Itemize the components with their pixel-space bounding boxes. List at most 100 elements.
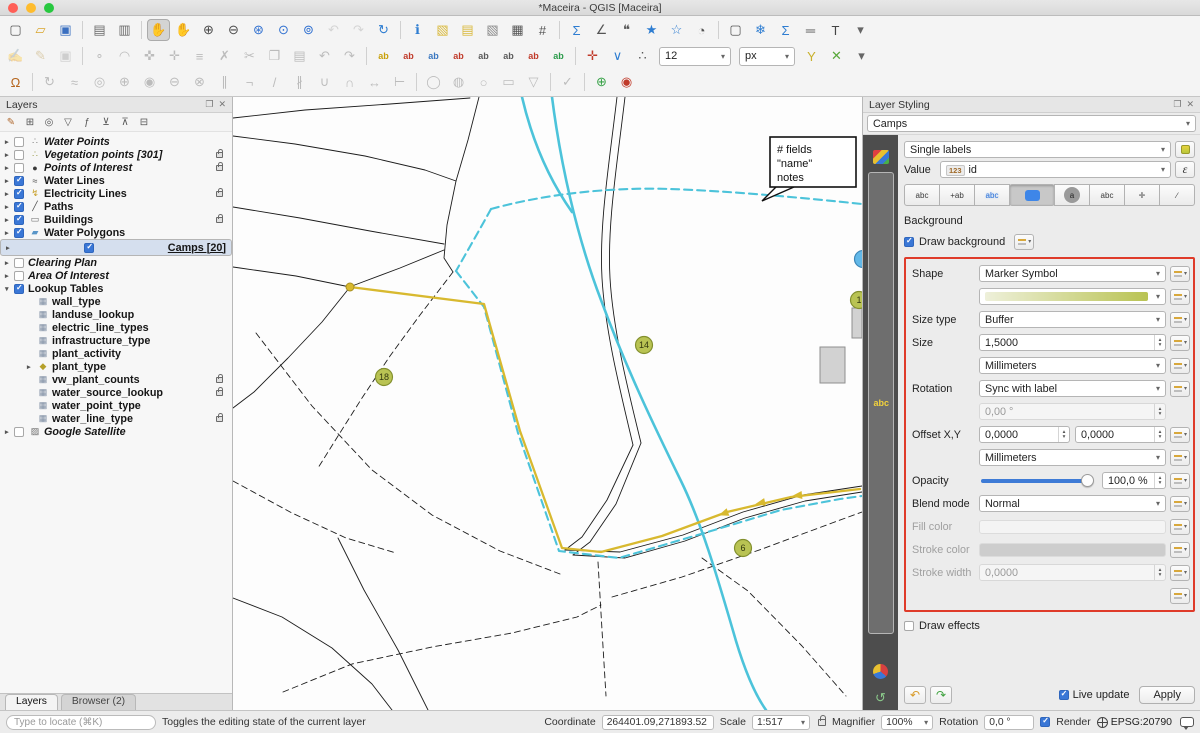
layer-item-clearing-plan[interactable]: ▸Clearing Plan (0, 256, 232, 269)
filter-legend-icon[interactable]: ▽ (60, 115, 76, 130)
collapse-all-icon[interactable]: ⊼ (117, 115, 133, 130)
pan-to-selection-icon[interactable]: ✋ (172, 19, 195, 41)
field-calculator-icon[interactable]: # (531, 19, 554, 41)
manage-themes-icon[interactable]: ◎ (41, 115, 57, 130)
layer-item-points-of-interest[interactable]: ▸●Points of Interest (0, 161, 232, 174)
map-canvas[interactable]: 181461# fields"name"notes (233, 97, 862, 710)
tab-formatting[interactable]: +ab (939, 184, 975, 206)
expander-icon[interactable]: ▸ (6, 244, 15, 252)
expander-icon[interactable]: ▸ (5, 229, 14, 237)
plugin-search-icon[interactable]: ⊕ (590, 71, 613, 93)
close-panel-icon[interactable]: ✕ (218, 99, 226, 110)
layer-visibility-checkbox[interactable] (14, 215, 24, 225)
simplify-feature-icon[interactable]: ≈ (63, 71, 86, 93)
opacity-spin[interactable]: 100,0 %▴▾ (1102, 472, 1166, 489)
delete-part-icon[interactable]: ⊗ (188, 71, 211, 93)
layer-item-plant-activity[interactable]: ▦plant_activity (0, 347, 232, 360)
draw-effects-checkbox[interactable] (904, 621, 914, 631)
layer-visibility-checkbox[interactable] (14, 271, 24, 281)
open-project-icon[interactable]: ▱ (29, 19, 52, 41)
stroke-color-button[interactable] (979, 543, 1166, 557)
reverse-line-icon[interactable]: ↔ (363, 71, 386, 93)
expander-icon[interactable]: ▸ (27, 363, 36, 371)
filter-expression-icon[interactable]: ƒ (79, 115, 95, 130)
add-circular-string-icon[interactable]: ◠ (113, 45, 136, 67)
axis-x-icon[interactable]: ✕ (825, 45, 848, 67)
layer-item-buildings[interactable]: ▸▭Buildings (0, 213, 232, 226)
open-styling-panel-icon[interactable]: ✎ (3, 115, 19, 130)
select-features-icon[interactable]: ▧ (431, 19, 454, 41)
layer-item-vegetation-points-301[interactable]: ▸∴Vegetation points [301] (0, 148, 232, 161)
axis-y-icon[interactable]: Y (800, 45, 823, 67)
maximize-window-button[interactable] (44, 3, 54, 13)
stream-digitizing-icon[interactable]: ∴ (631, 45, 654, 67)
layer-item-electricity-lines[interactable]: ▸↯Electricity Lines (0, 187, 232, 200)
size-type-select[interactable]: Buffer▾ (979, 311, 1166, 328)
value-field-select[interactable]: 123id▾ (940, 161, 1171, 178)
stepper-icon[interactable]: ▴▾ (1058, 427, 1069, 442)
messages-icon[interactable] (1180, 717, 1194, 727)
layer-item-area-of-interest[interactable]: ▸Area Of Interest (0, 269, 232, 282)
slider-handle-icon[interactable] (1081, 474, 1094, 487)
rotation-spin[interactable]: 0,0 ° (984, 715, 1034, 730)
symbol-preview-button[interactable]: ▾ (979, 288, 1166, 305)
crosshair-icon[interactable]: ✛ (581, 45, 604, 67)
data-defined-override-button[interactable] (1170, 289, 1190, 305)
offset-units-select[interactable]: Millimeters▾ (979, 449, 1166, 466)
cut-features-icon[interactable]: ✂ (238, 45, 261, 67)
fill-ring-icon[interactable]: ◉ (138, 71, 161, 93)
change-label-icon[interactable]: ab (522, 45, 545, 67)
rotate-label-icon[interactable]: ab (497, 45, 520, 67)
zoom-to-layer-icon[interactable]: ⊚ (297, 19, 320, 41)
data-defined-override-button[interactable] (1170, 266, 1190, 282)
undock-panel-icon[interactable]: ❐ (1173, 99, 1181, 110)
add-feature-icon[interactable]: ∘ (88, 45, 111, 67)
add-part-icon[interactable]: ⊕ (113, 71, 136, 93)
ellipse-icon[interactable]: ○ (472, 71, 495, 93)
save-edits-icon[interactable]: ▣ (54, 45, 77, 67)
lock-scale-icon[interactable] (818, 719, 826, 726)
attribute-table-icon[interactable]: ▦ (506, 19, 529, 41)
current-edits-icon[interactable]: ✍ (4, 45, 27, 67)
layer-item-camps-20[interactable]: ▸Camps [20] (0, 239, 232, 256)
layer-item-water-line-type[interactable]: ▦water_line_type (0, 412, 232, 425)
modify-attributes-icon[interactable]: ≡ (188, 45, 211, 67)
new-layout-icon[interactable]: ▤ (88, 19, 111, 41)
data-defined-override-button[interactable] (1170, 565, 1190, 581)
apply-button[interactable]: Apply (1139, 686, 1195, 704)
draw-background-checkbox[interactable] (904, 237, 914, 247)
rotate-feature-icon[interactable]: ↻ (38, 71, 61, 93)
expression-button[interactable]: ε (1175, 161, 1195, 178)
copy-features-icon[interactable]: ❐ (263, 45, 286, 67)
zoom-full-icon[interactable]: ⊛ (247, 19, 270, 41)
layer-visibility-checkbox[interactable] (14, 284, 24, 294)
layer-item-landuse-lookup[interactable]: ▦landuse_lookup (0, 308, 232, 321)
rectangle-icon[interactable]: ▭ (497, 71, 520, 93)
crs-button[interactable]: EPSG:20790 (1097, 716, 1172, 728)
pin-labels-icon[interactable]: ab (422, 45, 445, 67)
symbology-tab-icon[interactable] (868, 145, 894, 169)
pan-map-icon[interactable]: ✋ (147, 19, 170, 41)
new-project-icon[interactable]: ▢ (4, 19, 27, 41)
sum-features-icon[interactable]: Σ (774, 19, 797, 41)
layer-item-wall-type[interactable]: ▦wall_type (0, 295, 232, 308)
offset-x-spin[interactable]: 0,0000▴▾ (979, 426, 1070, 443)
layer-item-water-points[interactable]: ▸∴Water Points (0, 135, 232, 148)
stepper-icon[interactable]: ▴▾ (1154, 473, 1165, 488)
labels-tab-icon[interactable]: abc (868, 172, 894, 634)
live-update-checkbox[interactable] (1059, 690, 1069, 700)
toggle-editing-icon[interactable]: ✎ (29, 45, 52, 67)
stepper-icon[interactable]: ▴▾ (1154, 427, 1165, 442)
offset-curve-icon[interactable]: ∥ (213, 71, 236, 93)
layer-visibility-checkbox[interactable] (14, 176, 24, 186)
layer-labeling-icon[interactable]: ab (372, 45, 395, 67)
expander-icon[interactable]: ▾ (5, 285, 14, 293)
undock-panel-icon[interactable]: ❐ (205, 99, 213, 110)
blend-mode-select[interactable]: Normal▾ (979, 495, 1166, 512)
data-defined-override-button[interactable] (1170, 381, 1190, 397)
identify-features-icon[interactable]: ℹ (406, 19, 429, 41)
expander-icon[interactable]: ▸ (5, 272, 14, 280)
zoom-next-icon[interactable]: ↷ (347, 19, 370, 41)
trim-extend-icon[interactable]: ⊢ (388, 71, 411, 93)
fill-color-button[interactable] (979, 520, 1166, 534)
